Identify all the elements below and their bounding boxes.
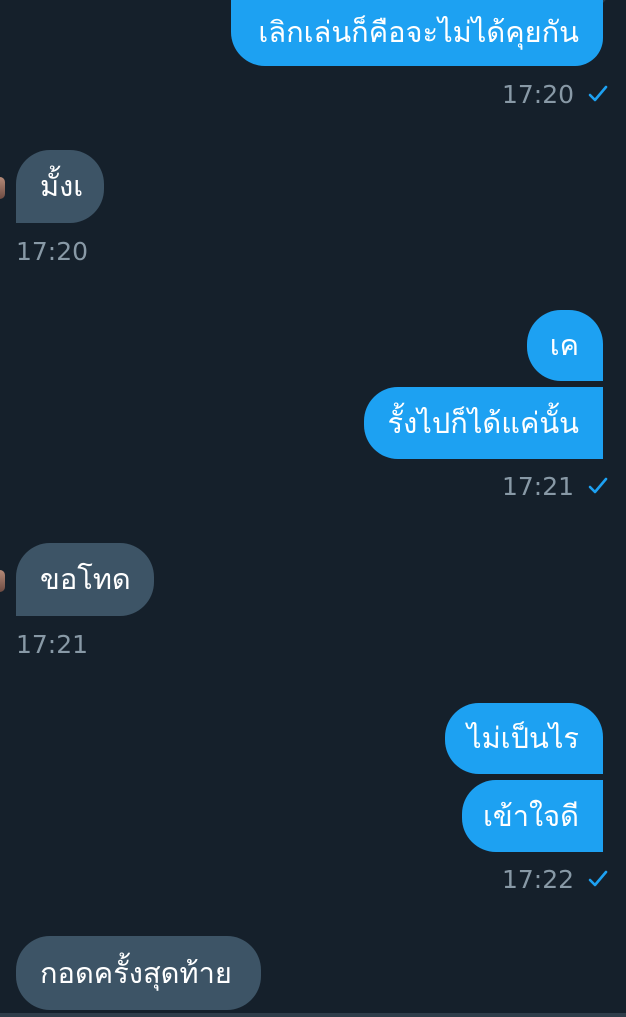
check-icon: [588, 477, 608, 494]
message-text: ไม่เป็นไร: [466, 721, 579, 755]
check-icon: [588, 870, 608, 887]
timestamp: 17:22: [502, 864, 575, 894]
message-text: มั้งเ: [40, 169, 84, 203]
sent-message-bubble[interactable]: เลิกเล่นก็คือจะไม่ได้คุยกัน: [231, 0, 603, 66]
sent-message-bubble[interactable]: ไม่เป็นไร: [445, 703, 603, 774]
message-meta: 17:21: [502, 472, 608, 500]
received-message-bubble[interactable]: มั้งเ: [16, 150, 104, 223]
timestamp: 17:20: [502, 79, 575, 109]
sender-avatar-edge: [0, 177, 5, 199]
sent-message-bubble[interactable]: เค: [527, 310, 603, 381]
message-text: เข้าใจดี: [482, 798, 579, 833]
message-meta: 17:20: [16, 237, 88, 265]
message-meta: 17:22: [502, 865, 608, 893]
sent-message-bubble[interactable]: รั้งไปก็ได้แค่นั้น: [364, 387, 603, 459]
message-meta: 17:20: [502, 80, 608, 108]
message-text: กอดครั้งสุดท้าย: [40, 955, 232, 990]
check-icon: [588, 85, 608, 102]
divider: [0, 1013, 626, 1017]
sender-avatar-edge: [0, 570, 5, 592]
message-text: ขอโทด: [40, 562, 131, 596]
timestamp: 17:20: [16, 236, 89, 266]
message-text: เลิกเล่นก็คือจะไม่ได้คุยกัน: [258, 14, 579, 49]
message-text: เค: [549, 328, 579, 362]
timestamp: 17:21: [502, 471, 575, 501]
sent-message-bubble[interactable]: เข้าใจดี: [462, 780, 603, 852]
message-meta: 17:21: [16, 630, 88, 658]
message-text: รั้งไปก็ได้แค่นั้น: [387, 405, 579, 440]
received-message-bubble[interactable]: ขอโทด: [16, 543, 154, 616]
received-message-bubble[interactable]: กอดครั้งสุดท้าย: [16, 936, 261, 1010]
timestamp: 17:21: [16, 629, 89, 659]
